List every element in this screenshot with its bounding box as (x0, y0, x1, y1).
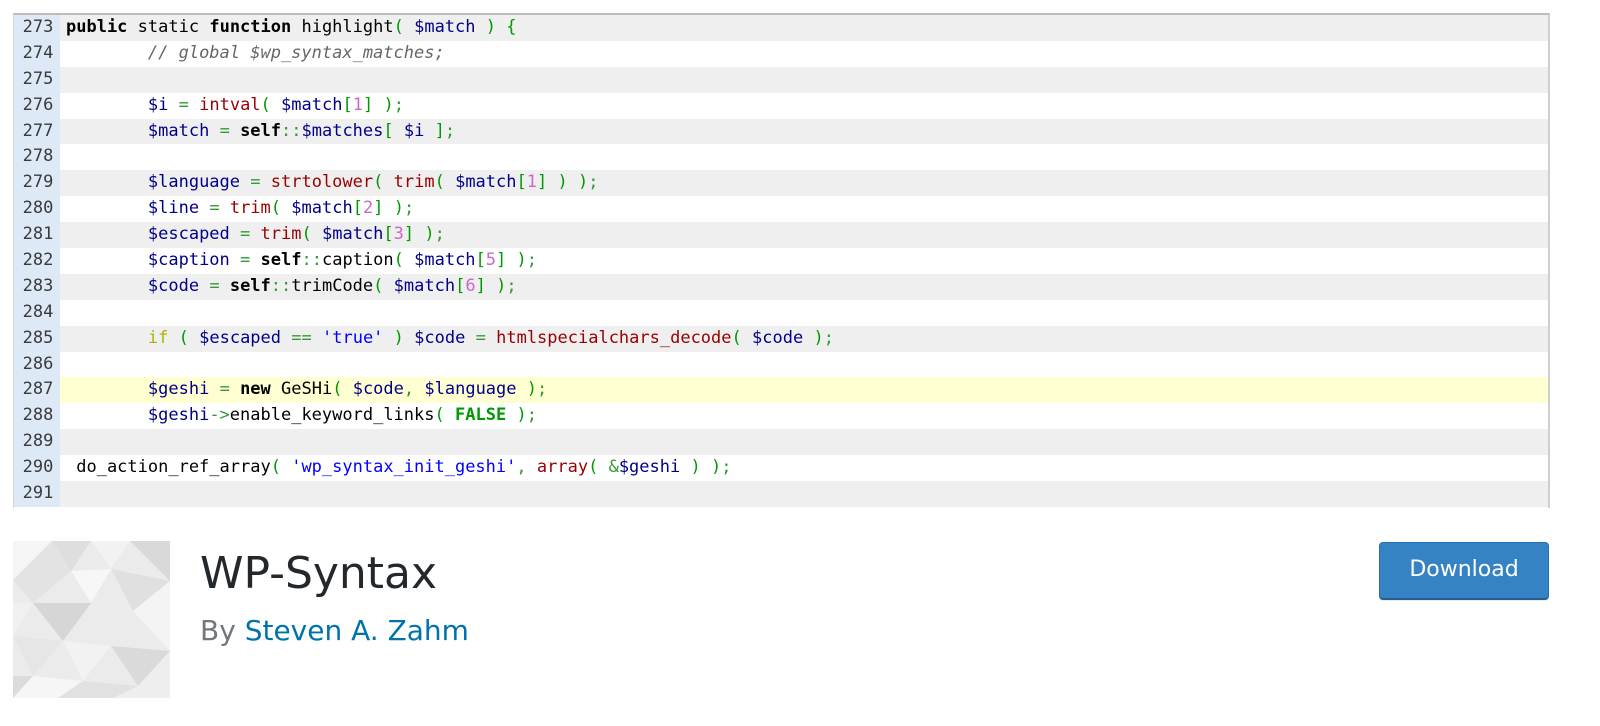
code-line: 275 (14, 66, 1548, 93)
code-text: public static function highlight( $match… (66, 17, 517, 37)
line-number: 290 (14, 455, 60, 482)
line-number: 281 (14, 222, 60, 249)
line-number: 284 (14, 299, 60, 326)
code-banner: 273 public static function highlight( $ma… (13, 13, 1550, 508)
line-number: 282 (14, 248, 60, 274)
download-button[interactable]: Download (1379, 542, 1549, 600)
code-line: 289 (14, 429, 1548, 456)
code-line: 282 $caption = self::caption( $match[5] … (14, 248, 1548, 274)
code-line: 276 $i = intval( $match[1] ); (14, 92, 1548, 119)
line-number: 283 (14, 273, 60, 300)
line-number: 279 (14, 170, 60, 197)
code-line: 278 (14, 144, 1548, 171)
code-text: $escaped = trim( $match[3] ); (147, 224, 445, 245)
line-number: 288 (14, 403, 60, 430)
line-number: 285 (14, 325, 60, 352)
code-line: 280 $line = trim( $match[2] ); (14, 196, 1548, 223)
code-line: 277 $match = self::$matches[ $i ]; (14, 118, 1548, 145)
code-text: $code = self::trimCode( $match[6] ); (147, 275, 517, 296)
plugin-title: WP-Syntax (200, 548, 438, 599)
code-line: 281 $escaped = trim( $match[3] ); (14, 222, 1548, 249)
code-line: 288 $geshi->enable_keyword_links( FALSE … (14, 403, 1548, 430)
code-line: 290 do_action_ref_array( 'wp_syntax_init… (14, 455, 1548, 482)
code-line: 273 public static function highlight( $ma… (14, 15, 1548, 41)
code-line: 287 $geshi = new GeSHi( $code, $language… (14, 377, 1548, 404)
line-number: 278 (14, 144, 60, 171)
code-text: // global $wp_syntax_matches; (147, 42, 445, 63)
code-text: $geshi = new GeSHi( $code, $language ); (60, 377, 1548, 404)
geometric-pattern-icon (13, 541, 170, 698)
line-number: 273 (14, 15, 60, 41)
code-line: 279 $language = strtolower( trim( $match… (14, 170, 1548, 197)
code-line: 285 if ( $escaped == 'true' ) $code = ht… (14, 325, 1548, 352)
code-text: $language = strtolower( trim( $match[1] … (147, 172, 599, 193)
code-text: $geshi->enable_keyword_links( FALSE ); (147, 405, 537, 426)
line-number: 275 (14, 66, 60, 93)
author-link[interactable]: Steven A. Zahm (245, 614, 469, 647)
line-number: 277 (14, 118, 60, 145)
code-text: $match = self::$matches[ $i ]; (147, 120, 456, 141)
line-number: 291 (14, 481, 60, 507)
code-text: $caption = self::caption( $match[5] ); (147, 250, 538, 271)
code-text: do_action_ref_array( 'wp_syntax_init_ges… (66, 457, 732, 478)
plugin-byline: By Steven A. Zahm (200, 611, 469, 651)
code-line: 284 (14, 299, 1548, 326)
line-number: 286 (14, 351, 60, 378)
line-number: 289 (14, 429, 60, 456)
code-line: 286 (14, 351, 1548, 378)
code-line: 291 (14, 481, 1548, 507)
plugin-icon (13, 541, 170, 698)
line-number: 287 (14, 377, 60, 404)
line-number: 280 (14, 196, 60, 223)
code-text: if ( $escaped == 'true' ) $code = htmlsp… (147, 327, 834, 348)
line-number: 276 (14, 92, 60, 119)
line-number: 274 (14, 40, 60, 67)
code-line: 274 // global $wp_syntax_matches; (14, 40, 1548, 67)
by-label: By (200, 614, 236, 647)
code-line: 283 $code = self::trimCode( $match[6] ); (14, 273, 1548, 300)
code-text: $i = intval( $match[1] ); (147, 94, 404, 115)
code-text: $line = trim( $match[2] ); (147, 198, 415, 219)
